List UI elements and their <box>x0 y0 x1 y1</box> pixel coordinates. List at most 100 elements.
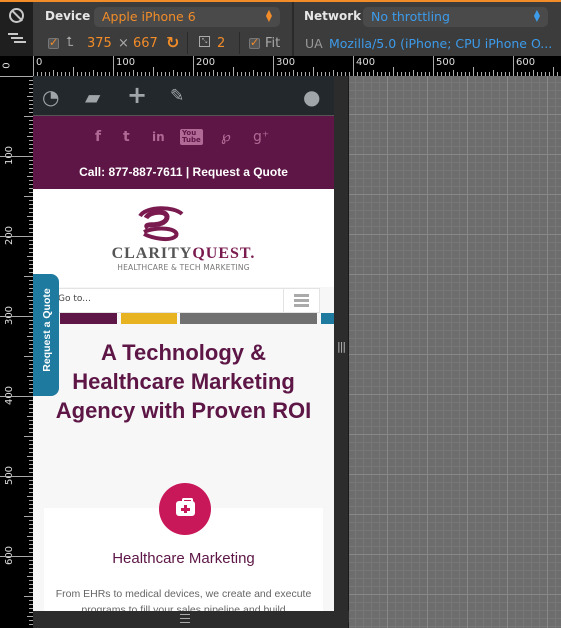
ruler-label: 0 <box>36 57 43 68</box>
ruler-tick <box>0 236 33 237</box>
ruler-label: 600 <box>516 57 536 68</box>
ruler-label: 400 <box>356 57 376 68</box>
logo-area: CLARITYQUEST. HEALTHCARE & TECH MARKETIN… <box>33 189 334 287</box>
ruler-tick <box>24 596 33 597</box>
resize-grip-icon[interactable]: ||| <box>337 340 346 353</box>
mobile-nav-select[interactable]: Go to... <box>55 288 320 313</box>
ruler-tick <box>113 56 114 76</box>
ruler-tick <box>0 556 33 557</box>
rotate-icon[interactable]: ↻ <box>166 33 179 52</box>
color-stripe <box>321 313 334 324</box>
device-toolbar: Device Apple iPhone 6 ▲▼ ⮤ 375 × 667 ↻ ⤡… <box>0 0 561 58</box>
device-select-value: Apple iPhone 6 <box>102 9 196 24</box>
times-sign: × <box>118 36 129 51</box>
ruler-tick <box>24 516 33 517</box>
logo-text-quest: QUEST <box>192 245 251 262</box>
pencil-icon[interactable]: ✎ <box>170 86 184 106</box>
media-queries-icon[interactable] <box>8 33 26 45</box>
ruler-tick <box>0 76 33 77</box>
resize-grip-icon <box>180 614 190 626</box>
width-input[interactable]: 375 <box>87 36 112 51</box>
youtube-icon[interactable]: You Tube <box>180 129 203 145</box>
pinterest-icon[interactable]: ℘ <box>221 129 231 145</box>
ruler-tick <box>313 67 314 76</box>
ruler-tick <box>24 196 33 197</box>
ruler-tick <box>0 476 33 477</box>
ruler-tick <box>153 67 154 76</box>
select-arrows-icon: ▲ ▼ <box>533 8 540 23</box>
ruler-tick <box>553 67 554 76</box>
network-select[interactable]: No throttling ▲ ▼ <box>363 7 548 27</box>
resize-handle-bottom[interactable] <box>33 611 349 628</box>
ruler-label: 0 <box>1 62 13 69</box>
medical-kit-icon <box>176 498 195 516</box>
clarityquest-logo-icon[interactable] <box>136 206 186 242</box>
ruler-tick <box>273 56 274 76</box>
facebook-icon[interactable]: f <box>95 129 101 145</box>
ruler-tick <box>513 56 514 76</box>
ruler-tick <box>24 436 33 437</box>
color-stripe <box>60 313 117 324</box>
ruler-tick <box>0 396 33 397</box>
ruler-label: 200 <box>196 57 216 68</box>
swap-dimensions-icon: ⮤ <box>66 35 74 50</box>
ruler-tick <box>193 56 194 76</box>
fit-label: Fit <box>265 36 281 51</box>
color-stripe <box>121 313 177 324</box>
dimensions-checkbox[interactable] <box>48 36 59 49</box>
select-arrows-icon: ▲ ▼ <box>265 8 272 23</box>
ruler-tick <box>24 276 33 277</box>
nav-placeholder: Go to... <box>58 294 91 304</box>
toolbar-separator <box>239 32 240 54</box>
logo-text-clarity: CLARITY <box>111 245 193 262</box>
ruler-tick <box>24 116 33 117</box>
toolbar-left-column <box>0 2 33 58</box>
network-select-value: No throttling <box>371 9 450 24</box>
hero-headline: A Technology & Healthcare Marketing Agen… <box>55 340 312 423</box>
ruler-corner: 0 <box>0 56 33 76</box>
logo-tagline: HEALTHCARE & TECH MARKETING <box>117 263 250 272</box>
wp-admin-bar: ◔ ▰ + ✎ ● <box>33 76 334 116</box>
pixel-ratio-input[interactable]: 2 <box>217 36 225 51</box>
ruler-tick <box>33 56 34 76</box>
toolbar-divider <box>292 2 294 58</box>
ruler-label: 100 <box>116 57 136 68</box>
device-label: Device <box>45 9 91 23</box>
disable-emulation-icon[interactable] <box>9 8 24 23</box>
linkedin-icon[interactable]: in <box>152 130 165 144</box>
vertical-ruler: 100 200 300 400 500 600 <box>0 76 33 628</box>
ruler-label: 300 <box>276 57 296 68</box>
device-select[interactable]: Apple iPhone 6 ▲ ▼ <box>94 7 280 27</box>
ruler-tick <box>0 156 33 157</box>
ruler-label: 500 <box>436 57 456 68</box>
user-agent-input[interactable]: Mozilla/5.0 (iPhone; CPU iPhone O... <box>329 36 552 51</box>
ruler-tick <box>473 67 474 76</box>
card-body: From EHRs to medical devices, we create … <box>55 588 312 611</box>
horizontal-ruler: 0 100 200 300 400 500 600 <box>0 56 561 76</box>
plus-icon[interactable]: + <box>127 81 147 109</box>
ruler-tick <box>433 56 434 76</box>
call-request-quote[interactable]: Call: 877-887-7611 | Request a Quote <box>33 165 334 179</box>
logo-wordmark: CLARITYQUEST. <box>111 245 256 262</box>
ruler-tick <box>353 56 354 76</box>
card-title[interactable]: Healthcare Marketing <box>44 550 323 567</box>
dashboard-icon[interactable]: ◔ <box>42 85 59 109</box>
ruler-tick <box>393 67 394 76</box>
comment-icon[interactable]: ▰ <box>85 85 100 109</box>
toolbar-separator <box>187 32 188 54</box>
network-label: Network <box>304 9 362 23</box>
devtools-device-mode: Device Apple iPhone 6 ▲▼ ⮤ 375 × 667 ↻ ⤡… <box>0 0 561 628</box>
ua-label: UA <box>305 36 323 51</box>
device-pixel-ratio-icon: ⤡ <box>199 36 210 47</box>
canvas-grid <box>349 76 561 628</box>
user-icon[interactable]: ● <box>303 85 320 109</box>
ruler-tick <box>24 356 33 357</box>
height-input[interactable]: 667 <box>133 36 158 51</box>
page-viewport: ◔ ▰ + ✎ ● f t in You Tube ℘ g⁺ Call: 877-… <box>33 76 334 611</box>
ruler-tick <box>73 67 74 76</box>
medical-kit-icon-circle <box>159 483 211 535</box>
hamburger-menu-icon[interactable] <box>283 289 319 312</box>
twitter-icon[interactable]: t <box>123 129 130 145</box>
fit-checkbox[interactable] <box>249 36 260 49</box>
google-plus-icon[interactable]: g⁺ <box>253 129 269 145</box>
